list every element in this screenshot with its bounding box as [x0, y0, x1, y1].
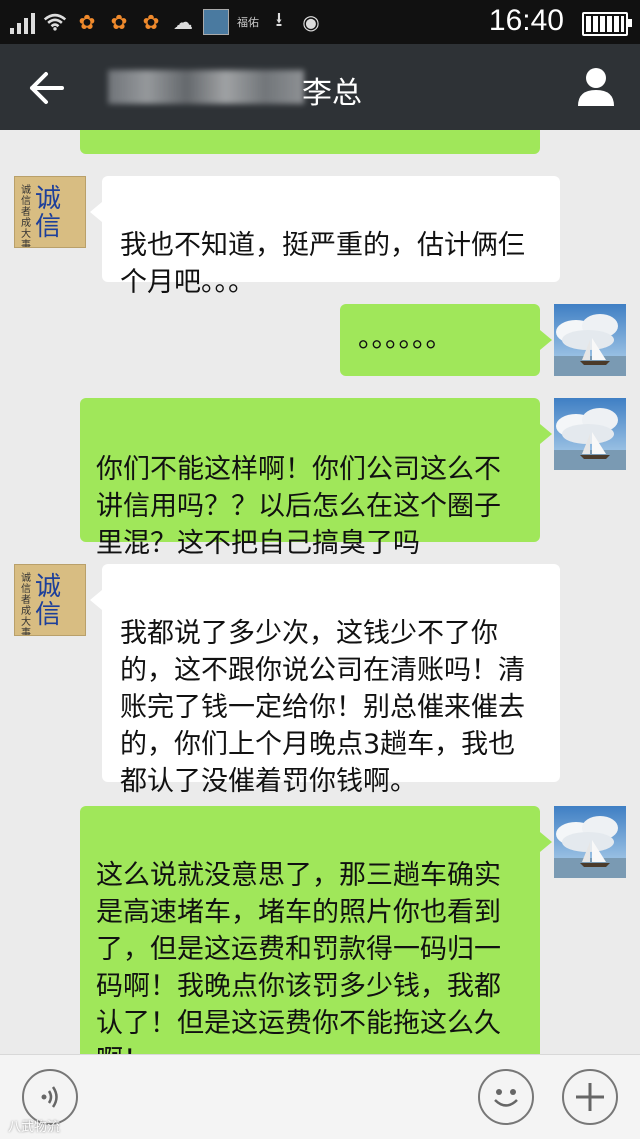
app-notification-icon: ✿: [110, 10, 128, 34]
message-bubble[interactable]: 我也不知道，挺严重的，估计俩仨 个月吧。。。: [90, 176, 560, 298]
contact-avatar[interactable]: 诚信者成大事 诚信: [14, 564, 86, 636]
watermark: 八武物流: [8, 1120, 61, 1135]
message-list[interactable]: 诚信者成大事 诚信 我也不知道，挺严重的，估计俩仨 个月吧。。。 。。。。。。 …: [0, 130, 640, 1054]
message-text: 这么说就没意思了，那三趟车确实 是高速堵车，堵车的照片你也看到 了，但是这运费和…: [96, 860, 501, 1054]
app-icon: [203, 9, 229, 35]
sync-icon: ◉: [302, 10, 320, 34]
user-avatar[interactable]: [554, 398, 626, 470]
message-text: 我也不知道，挺严重的，估计俩仨 个月吧。。。: [120, 230, 525, 298]
app-notification-icon: ✿: [78, 10, 96, 34]
input-bar: [0, 1054, 640, 1139]
message-bubble[interactable]: [80, 130, 540, 154]
user-avatar[interactable]: [554, 304, 626, 376]
chat-title: 李总: [302, 76, 362, 111]
chat-header: 李总: [0, 44, 640, 130]
arrow-left-icon[interactable]: [26, 68, 66, 108]
person-icon[interactable]: [576, 66, 616, 108]
status-bar: ✿ ✿ ✿ ☁ 福佑 ⭳ ◉ 16:40: [0, 0, 640, 44]
wifi-icon: [43, 10, 67, 34]
plus-icon[interactable]: [562, 1069, 618, 1125]
contact-name-blurred: [108, 70, 304, 104]
clock: 16:40: [488, 4, 564, 37]
message-bubble[interactable]: 你们不能这样啊！你们公司这么不 讲信用吗？？以后怎么在这个圈子 里混？这不把自己…: [80, 398, 552, 559]
download-icon: ⭳: [275, 7, 283, 31]
message-bubble[interactable]: 这么说就没意思了，那三趟车确实 是高速堵车，堵车的照片你也看到 了，但是这运费和…: [80, 806, 552, 1054]
weather-icon: ☁: [173, 10, 193, 34]
message-bubble[interactable]: 。。。。。。: [340, 304, 552, 376]
message-bubble[interactable]: 我都说了多少次，这钱少不了你 的，这不跟你说公司在清账吗！清 账完了钱一定给你！…: [90, 564, 560, 797]
user-avatar[interactable]: [554, 806, 626, 878]
message-text: 我都说了多少次，这钱少不了你 的，这不跟你说公司在清账吗！清 账完了钱一定给你！…: [120, 618, 525, 797]
signal-icon: [10, 10, 35, 34]
emoji-icon[interactable]: [478, 1069, 534, 1125]
message-text: 你们不能这样啊！你们公司这么不 讲信用吗？？以后怎么在这个圈子 里混？这不把自己…: [96, 454, 501, 559]
contact-avatar[interactable]: 诚信者成大事 诚信: [14, 176, 86, 248]
message-text: 。。。。。。: [358, 323, 453, 354]
battery-icon: [582, 12, 632, 36]
notification-text: 福佑: [237, 16, 259, 29]
app-notification-icon: ✿: [142, 10, 160, 34]
